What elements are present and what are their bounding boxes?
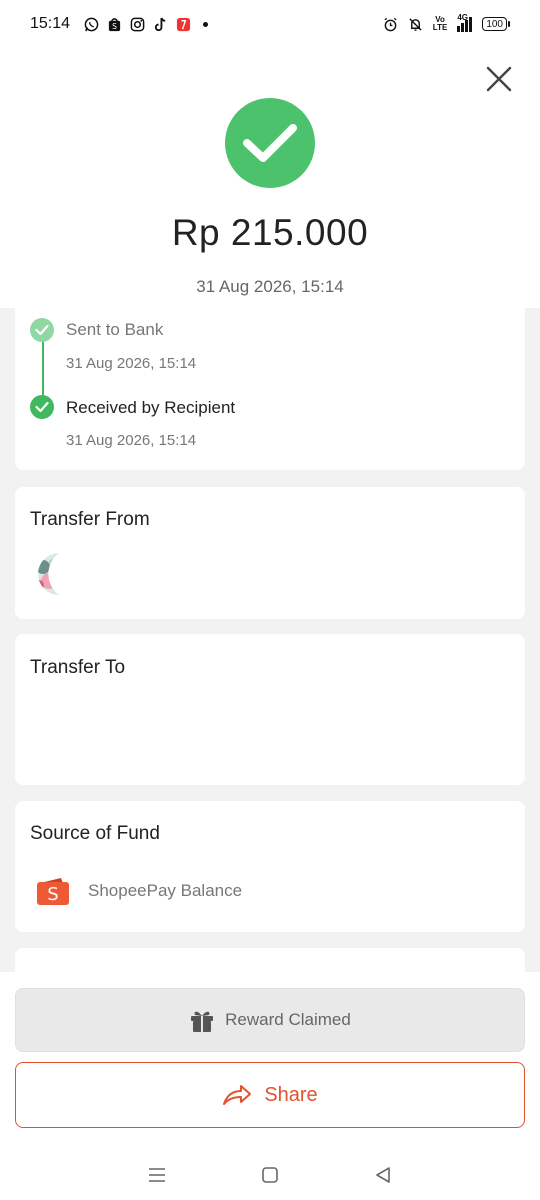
check-icon [243, 124, 297, 162]
share-arrow-icon [223, 1085, 252, 1105]
transfer-amount: Rp 215.000 [171, 212, 369, 253]
svg-text:S: S [112, 22, 117, 31]
timeline-step-2-label: Received by Recipient [66, 398, 236, 417]
back-nav-icon [376, 1167, 391, 1183]
timeline-step-1-label: Sent to Bank [66, 320, 164, 339]
menu-nav-icon [148, 1168, 165, 1182]
timeline-step-1-check-icon [30, 318, 54, 342]
source-of-fund-title: Source of Fund [30, 823, 160, 844]
network-type: 4G [457, 12, 468, 22]
transfer-from-card: Transfer From [15, 487, 525, 619]
menu-nav-button[interactable] [142, 1160, 172, 1190]
app-icon [176, 17, 191, 31]
shopee-wallet-icon: S [37, 878, 69, 905]
instagram-icon [130, 17, 145, 31]
status-timeline-card: Sent to Bank 31 Aug 2026, 15:14 Received… [15, 300, 525, 470]
bell-mute-icon [409, 17, 422, 31]
transfer-from-title: Transfer From [30, 509, 150, 530]
transfer-to-title: Transfer To [30, 657, 126, 678]
timeline-step-2-check-icon [30, 395, 54, 419]
battery-level: 100 [486, 18, 503, 30]
reward-claimed-label: Reward Claimed [225, 1010, 351, 1029]
avatar-image [29, 551, 75, 597]
tiktok-icon [154, 17, 166, 31]
reward-claimed-button[interactable]: Reward Claimed [15, 988, 525, 1052]
transfer-to-card: Transfer To [15, 634, 525, 785]
status-right: Vo LTE 4G 100 [383, 13, 510, 32]
status-left: 15:14 S [30, 15, 209, 33]
system-nav-bar [0, 1150, 540, 1200]
shopee-icon: S [108, 17, 121, 31]
whatsapp-icon [84, 17, 99, 31]
alarm-icon [384, 17, 397, 31]
share-label: Share [264, 1083, 318, 1106]
status-bar: 15:14 S Vo LTE 4G 100 [0, 0, 540, 48]
volte-indicator: Vo LTE [433, 16, 448, 32]
close-icon [486, 66, 512, 92]
timeline-step-2-time: 31 Aug 2026, 15:14 [66, 432, 197, 449]
back-nav-button[interactable] [368, 1160, 398, 1190]
timeline-step-1-time: 31 Aug 2026, 15:14 [66, 355, 197, 372]
fund-method-label: ShopeePay Balance [88, 881, 243, 900]
share-button[interactable]: Share [15, 1062, 525, 1128]
gift-icon [191, 1011, 214, 1032]
svg-text:S: S [47, 884, 58, 905]
status-time: 15:14 [30, 15, 71, 32]
home-nav-button[interactable] [255, 1160, 285, 1190]
signal-icon: 4G [457, 13, 473, 32]
volte-bottom: LTE [432, 23, 448, 32]
notification-dot [203, 21, 209, 27]
close-button[interactable] [480, 60, 518, 98]
home-nav-icon [262, 1167, 278, 1183]
transfer-datetime: 31 Aug 2026, 15:14 [196, 277, 344, 296]
source-of-fund-card: Source of Fund S ShopeePay Balance [15, 801, 525, 932]
success-badge [225, 98, 315, 188]
battery-icon: 100 [482, 17, 510, 31]
